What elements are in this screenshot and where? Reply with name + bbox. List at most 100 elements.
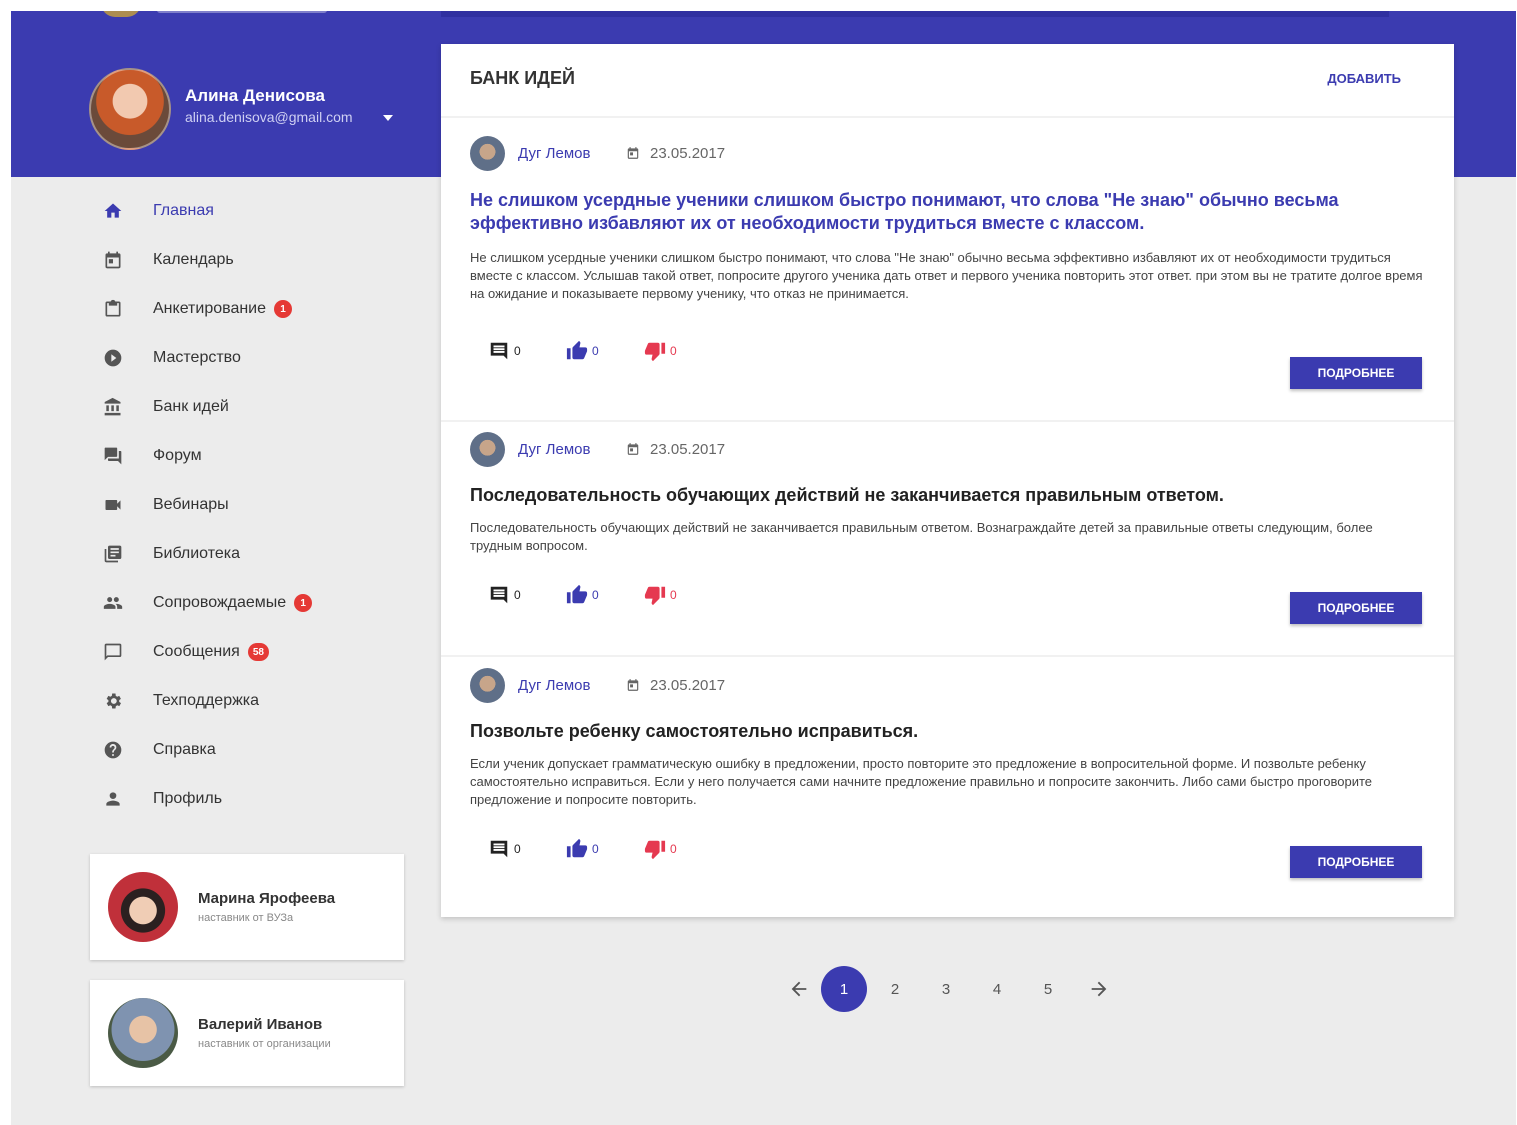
comment-icon <box>490 586 508 604</box>
notification-badge: 1 <box>274 300 293 318</box>
sidebar-item-mentees[interactable]: Сопровождаемые 1 <box>101 588 401 618</box>
sidebar-item-label: Справка <box>153 741 216 758</box>
avatar[interactable] <box>470 668 505 703</box>
comments-count[interactable]: 0 <box>488 838 521 860</box>
notification-badge: 58 <box>247 643 269 661</box>
mentor-name: Валерий Иванов <box>198 1016 323 1033</box>
idea-title[interactable]: Не слишком усердные ученики слишком быст… <box>470 189 1400 235</box>
idea-date: 23.05.2017 <box>650 145 726 162</box>
thumb-down-icon <box>644 342 666 362</box>
idea-author[interactable]: Дуг Лемов <box>518 441 590 458</box>
divider <box>441 116 1454 118</box>
app-frame: Алина Денисова alina.denisova@gmail.com … <box>11 11 1516 1125</box>
avatar <box>108 872 178 942</box>
arrow-right-icon <box>1091 981 1107 997</box>
sidebar-item-label: Банк идей <box>153 398 229 415</box>
divider <box>441 655 1454 657</box>
bank-icon <box>101 395 125 419</box>
page-button[interactable]: 3 <box>923 966 969 1012</box>
page-button[interactable]: 4 <box>974 966 1020 1012</box>
page-button[interactable]: 2 <box>872 966 918 1012</box>
more-button[interactable]: ПОДРОБНЕЕ <box>1290 357 1422 389</box>
avatar[interactable] <box>470 432 505 467</box>
like-button[interactable]: 0 <box>566 584 599 606</box>
idea-title[interactable]: Последовательность обучающих действий не… <box>470 484 1400 507</box>
people-icon <box>101 591 125 615</box>
thumb-up-icon <box>566 340 588 360</box>
sidebar-item-forum[interactable]: Форум <box>101 441 401 471</box>
play-circle-icon <box>101 346 125 370</box>
sidebar-item-idea-bank[interactable]: Банк идей <box>101 392 401 422</box>
next-page-button[interactable] <box>1076 966 1122 1012</box>
idea-date: 23.05.2017 <box>650 677 726 694</box>
sidebar-item-library[interactable]: Библиотека <box>101 539 401 569</box>
sidebar-item-survey[interactable]: Анкетирование 1 <box>101 294 401 324</box>
sidebar-item-help[interactable]: Справка <box>101 735 401 765</box>
notification-badge: 1 <box>294 594 313 612</box>
user-name: Алина Денисова <box>185 86 325 105</box>
sidebar-item-label: Библиотека <box>153 545 240 562</box>
calendar-icon <box>101 248 125 272</box>
clipboard-icon <box>101 297 125 321</box>
comment-icon <box>490 342 508 360</box>
comment-icon <box>490 840 508 858</box>
calendar-icon <box>627 679 639 691</box>
sidebar-item-label: Техподдержка <box>153 692 260 709</box>
dislike-button[interactable]: 0 <box>644 340 677 362</box>
sidebar-item-support[interactable]: Техподдержка <box>101 686 401 716</box>
user-email: alina.denisova@gmail.com <box>185 109 353 125</box>
sidebar-item-label: Сопровождаемые <box>153 594 287 611</box>
like-button[interactable]: 0 <box>566 340 599 362</box>
idea-author[interactable]: Дуг Лемов <box>518 145 590 162</box>
sidebar-item-calendar[interactable]: Календарь <box>101 245 401 275</box>
idea-text: Последовательность обучающих действий не… <box>470 520 1373 553</box>
sidebar-item-home[interactable]: Главная <box>101 196 401 226</box>
message-icon <box>101 640 125 664</box>
more-button[interactable]: ПОДРОБНЕЕ <box>1290 846 1422 878</box>
sidebar-item-messages[interactable]: Сообщения 58 <box>101 637 401 667</box>
sidebar-item-webinars[interactable]: Вебинары <box>101 490 401 520</box>
dislikes-value: 0 <box>670 842 677 856</box>
dislike-button[interactable]: 0 <box>644 838 677 860</box>
avatar[interactable] <box>470 136 505 171</box>
page-button[interactable]: 1 <box>821 966 867 1012</box>
sidebar-item-label: Календарь <box>153 251 234 268</box>
videocam-icon <box>101 493 125 517</box>
sidebar-item-label: Мастерство <box>153 349 241 366</box>
thumb-down-icon <box>644 840 666 860</box>
comments-count[interactable]: 0 <box>488 584 521 606</box>
idea-text: Не слишком усердные ученики слишком быст… <box>470 250 1423 301</box>
idea-date: 23.05.2017 <box>650 441 726 458</box>
page-title: БАНК ИДЕЙ <box>470 68 575 88</box>
dislikes-value: 0 <box>670 344 677 358</box>
mentor-card[interactable]: Валерий Иванов наставник от организации <box>90 980 404 1086</box>
header-card-edge <box>441 11 1389 17</box>
sidebar-item-mastery[interactable]: Мастерство <box>101 343 401 373</box>
avatar <box>108 998 178 1068</box>
mentor-card[interactable]: Марина Ярофеева наставник от ВУЗа <box>90 854 404 960</box>
dislike-button[interactable]: 0 <box>644 584 677 606</box>
more-button[interactable]: ПОДРОБНЕЕ <box>1290 592 1422 624</box>
sidebar-item-profile[interactable]: Профиль <box>101 784 401 814</box>
thumb-up-icon <box>566 838 588 858</box>
idea-text: Если ученик допускает грамматическую оши… <box>470 756 1373 807</box>
add-button[interactable]: ДОБАВИТЬ <box>1327 71 1401 86</box>
comments-count[interactable]: 0 <box>488 340 521 362</box>
idea-bank-card: БАНК ИДЕЙ ДОБАВИТЬ Дуг Лемов 23.05.2017 … <box>441 44 1454 917</box>
calendar-icon <box>627 443 639 455</box>
prev-page-button[interactable] <box>776 966 822 1012</box>
idea-title[interactable]: Позвольте ребенку самостоятельно исправи… <box>470 720 1400 743</box>
idea-author[interactable]: Дуг Лемов <box>518 677 590 694</box>
brand-subtitle <box>157 11 327 13</box>
dislikes-value: 0 <box>670 588 677 602</box>
page-button[interactable]: 5 <box>1025 966 1071 1012</box>
like-button[interactable]: 0 <box>566 838 599 860</box>
user-avatar[interactable] <box>89 68 171 150</box>
likes-value: 0 <box>592 588 599 602</box>
comments-value: 0 <box>514 588 521 602</box>
arrow-left-icon <box>791 981 807 997</box>
person-icon <box>101 787 125 811</box>
chevron-down-icon[interactable] <box>383 115 393 121</box>
help-icon <box>101 738 125 762</box>
comments-value: 0 <box>514 842 521 856</box>
